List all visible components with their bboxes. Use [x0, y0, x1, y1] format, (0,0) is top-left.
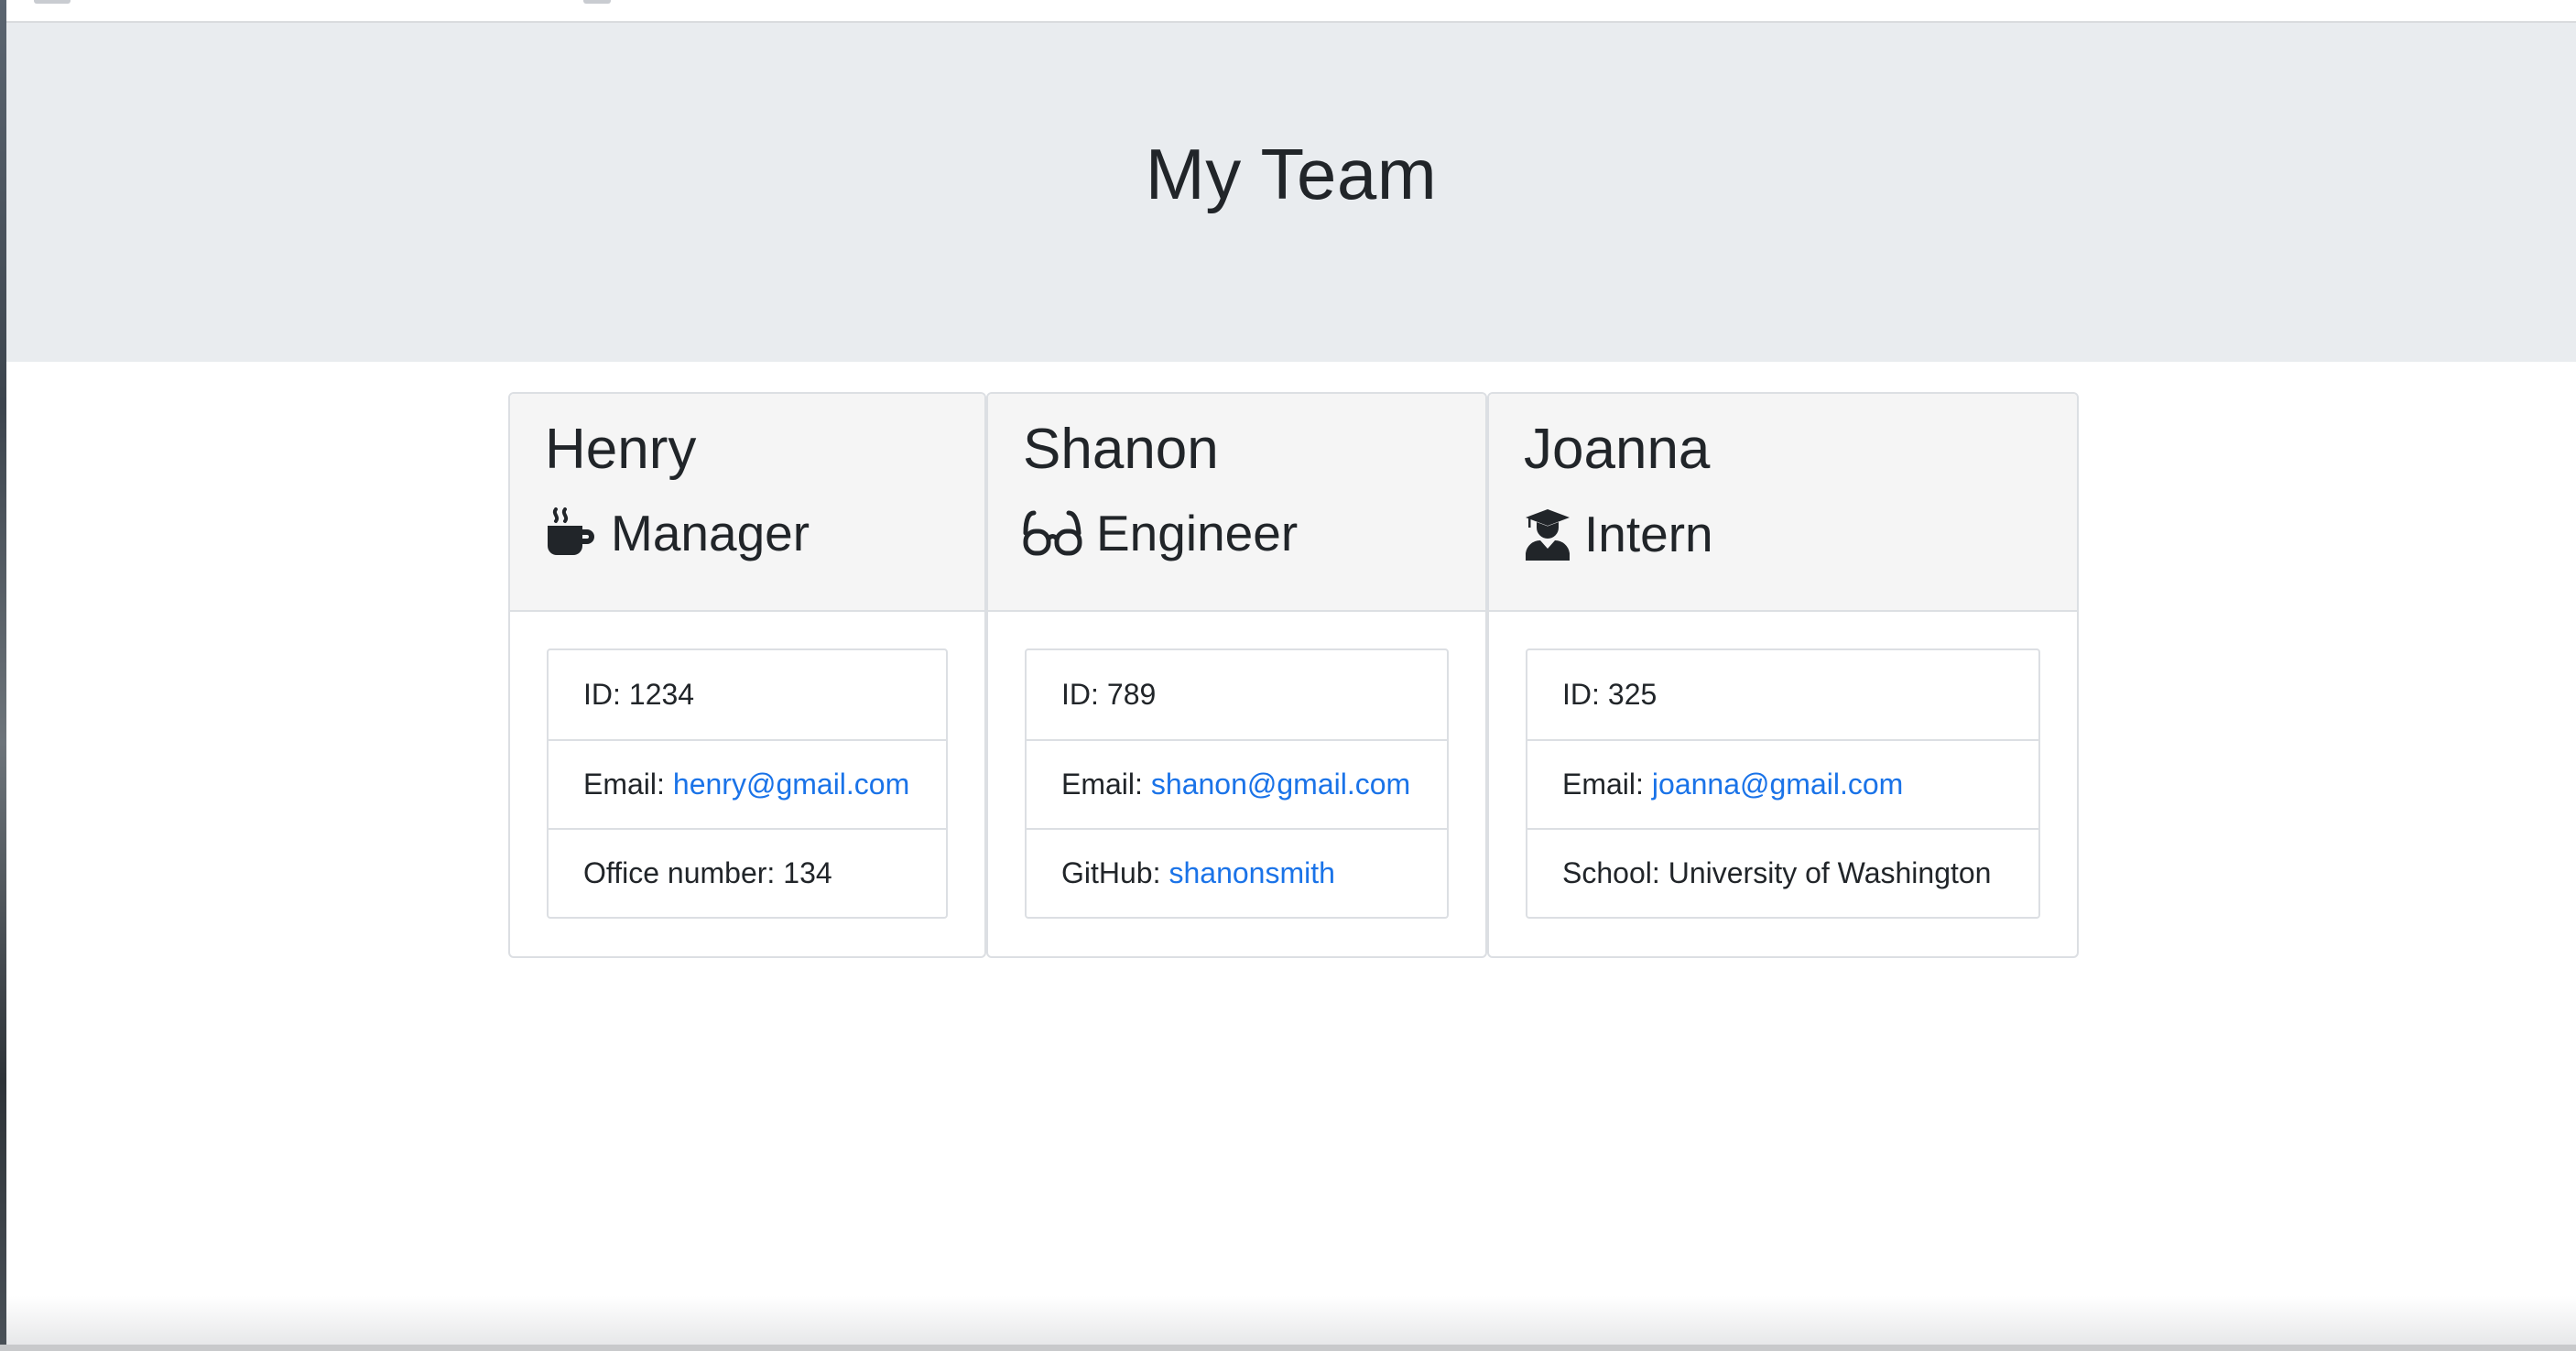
- employee-name: Henry: [545, 418, 697, 481]
- id-value: 325: [1607, 678, 1658, 711]
- office-number-value: 134: [783, 856, 832, 889]
- office-number-label: Office number:: [583, 856, 776, 889]
- window-bottom-shadow: [6, 1296, 2576, 1351]
- email-link[interactable]: henry@gmail.com: [673, 768, 909, 801]
- window-bottom-edge: [0, 1345, 2576, 1351]
- id-value: 1234: [628, 678, 695, 711]
- github-label: GitHub:: [1061, 856, 1161, 889]
- employee-role: Manager: [545, 507, 950, 559]
- employee-id: ID: 325: [1527, 650, 2038, 739]
- employee-card-engineer: Shanon Engineer ID: 789 Email: shanon@gm…: [986, 392, 1487, 958]
- desktop-edge: [0, 0, 6, 1351]
- github-link[interactable]: shanonsmith: [1168, 856, 1334, 890]
- employee-email: Email: shanon@gmail.com: [1027, 739, 1447, 828]
- employee-role-label: Intern: [1584, 505, 1713, 562]
- browser-icon-fragment: [583, 0, 611, 4]
- employee-role-label: Manager: [611, 504, 810, 561]
- coffee-icon: [548, 507, 594, 555]
- card-header: Henry Manager: [510, 394, 984, 612]
- email-link[interactable]: joanna@gmail.com: [1652, 768, 1903, 801]
- school-value: University of Washington: [1668, 856, 1992, 889]
- email-label: Email:: [1562, 768, 1644, 801]
- team-cards: Henry Manager ID: 1234 Email: henry@gmai…: [508, 392, 2079, 958]
- browser-toolbar-remnant: [6, 0, 2576, 23]
- card-body: ID: 789 Email: shanon@gmail.com GitHub: …: [988, 612, 1485, 955]
- graduate-icon: [1526, 509, 1570, 561]
- employee-role: Engineer: [1023, 507, 1451, 559]
- page-title: My Team: [1145, 133, 1438, 214]
- github: GitHub: shanonsmith: [1027, 828, 1447, 917]
- browser-tab-fragment: [34, 0, 71, 4]
- employee-card-manager: Henry Manager ID: 1234 Email: henry@gmai…: [508, 392, 986, 958]
- card-header: Shanon Engineer: [988, 394, 1485, 612]
- card-body: ID: 325 Email: joanna@gmail.com School: …: [1489, 612, 2077, 955]
- employee-details: ID: 325 Email: joanna@gmail.com School: …: [1526, 648, 2040, 919]
- employee-email: Email: henry@gmail.com: [549, 739, 946, 828]
- employee-role-label: Engineer: [1096, 504, 1299, 561]
- employee-name: Joanna: [1524, 418, 1711, 481]
- email-label: Email:: [583, 768, 665, 801]
- office-number: Office number: 134: [549, 828, 946, 917]
- id-label: ID:: [1061, 678, 1099, 711]
- id-value: 789: [1106, 678, 1157, 711]
- employee-email: Email: joanna@gmail.com: [1527, 739, 2038, 828]
- id-label: ID:: [583, 678, 621, 711]
- employee-details: ID: 1234 Email: henry@gmail.com Office n…: [547, 648, 948, 919]
- card-body: ID: 1234 Email: henry@gmail.com Office n…: [510, 612, 984, 955]
- employee-role: Intern: [1524, 507, 2042, 561]
- glasses-icon: [1023, 510, 1082, 556]
- id-label: ID:: [1562, 678, 1600, 711]
- employee-id: ID: 789: [1027, 650, 1447, 739]
- employee-id: ID: 1234: [549, 650, 946, 739]
- employee-name: Shanon: [1023, 418, 1219, 481]
- employee-card-intern: Joanna Intern ID: 325 Email: joanna@gmai…: [1487, 392, 2079, 958]
- page-header: My Team: [6, 23, 2576, 362]
- card-header: Joanna Intern: [1489, 394, 2077, 612]
- employee-details: ID: 789 Email: shanon@gmail.com GitHub: …: [1025, 648, 1449, 919]
- school-label: School:: [1562, 856, 1660, 889]
- email-link[interactable]: shanon@gmail.com: [1151, 768, 1410, 801]
- email-label: Email:: [1061, 768, 1143, 801]
- school: School: University of Washington: [1527, 828, 2038, 917]
